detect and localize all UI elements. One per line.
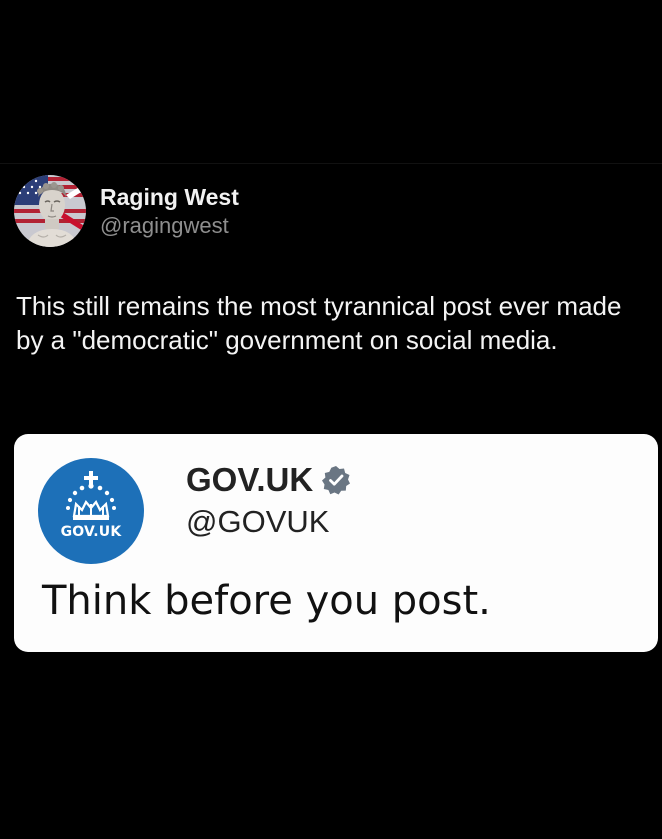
avatar[interactable]: [14, 175, 86, 247]
quoted-author-handle[interactable]: @GOVUK: [186, 502, 329, 542]
crown-icon: [66, 471, 116, 520]
quoted-author-name-row[interactable]: GOV.UK: [186, 460, 351, 500]
statue-avatar-icon: [14, 175, 86, 247]
author-names: Raging West @ragingwest: [100, 182, 239, 240]
screenshot-frame: Raging West @ragingwest This still remai…: [0, 0, 662, 839]
quoted-post-card[interactable]: GOV.UK GOV.UK @GOVUK Think before you po…: [14, 434, 658, 652]
gov-logo-text: GOV.UK: [60, 524, 122, 540]
verified-badge-icon: [321, 465, 351, 495]
author-name[interactable]: Raging West: [100, 182, 239, 212]
quoted-author-name[interactable]: GOV.UK: [186, 460, 313, 500]
post-author[interactable]: Raging West @ragingwest: [14, 175, 239, 247]
author-handle[interactable]: @ragingwest: [100, 212, 239, 240]
top-divider: [0, 163, 662, 164]
gov-uk-logo-icon[interactable]: GOV.UK: [38, 458, 144, 564]
quoted-post-text: Think before you post.: [42, 578, 491, 624]
post-text: This still remains the most tyrannical p…: [16, 291, 622, 355]
